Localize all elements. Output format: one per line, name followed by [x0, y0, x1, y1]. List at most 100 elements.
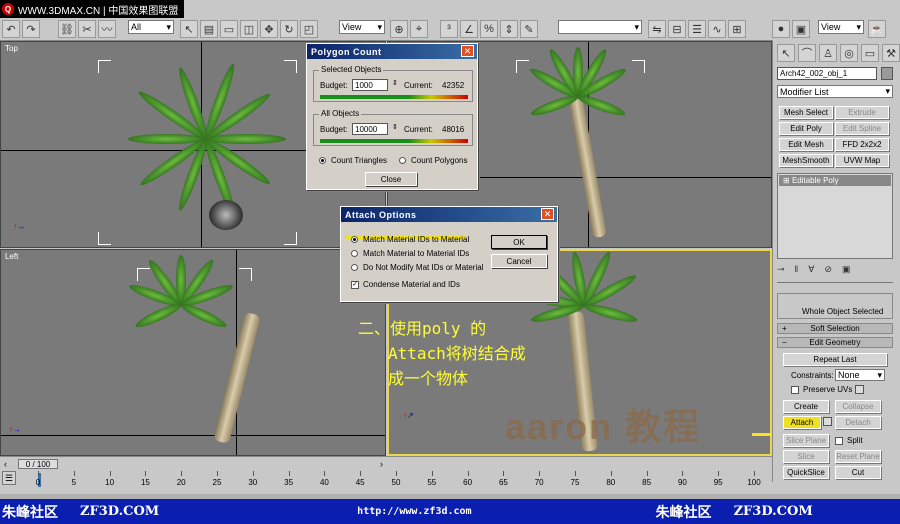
layer-manager-icon[interactable]: ☰ — [688, 20, 706, 38]
axis-gizmo: ↑↗ — [403, 411, 414, 420]
show-end-result-icon[interactable]: ǁ — [795, 264, 799, 275]
reset-plane-button[interactable]: Reset Plane — [835, 450, 881, 463]
pin-stack-icon[interactable]: ⊸ — [777, 264, 785, 275]
edit-mesh-button[interactable]: Edit Mesh — [779, 138, 833, 151]
snap-toggle-icon[interactable]: ³ — [440, 20, 458, 38]
collapse-button[interactable]: Collapse — [835, 400, 881, 413]
tab-modify-icon[interactable]: ⌒ — [798, 44, 816, 62]
undo-icon[interactable]: ↶ — [2, 20, 20, 38]
unlink-icon[interactable]: ✂ — [78, 20, 96, 38]
render-scene-icon[interactable]: ▣ — [792, 20, 810, 38]
spinner-icon[interactable]: ⇕ — [392, 123, 398, 131]
rotate-icon[interactable]: ↻ — [280, 20, 298, 38]
repeat-last-button[interactable]: Repeat Last — [783, 353, 887, 366]
remove-modifier-icon[interactable]: ⊘ — [824, 264, 832, 275]
constraints-dropdown[interactable]: None ▾ — [835, 369, 885, 381]
close-button[interactable]: Close — [365, 172, 417, 186]
percent-snap-icon[interactable]: % — [480, 20, 498, 38]
pivot-center-icon[interactable]: ⊕ — [390, 20, 408, 38]
selected-budget-input[interactable]: 1000 — [352, 79, 388, 91]
rollout-edit-geometry[interactable]: − Edit Geometry — [777, 337, 893, 348]
cancel-button[interactable]: Cancel — [491, 254, 547, 268]
named-selection-dropdown[interactable]: ▾ — [558, 20, 642, 34]
count-triangles-radio[interactable] — [319, 157, 326, 164]
ruler-label: 35 — [284, 478, 294, 487]
reference-coord-dropdown[interactable]: View ▾ — [339, 20, 385, 34]
match-material-to-ids-radio[interactable] — [351, 250, 358, 257]
count-polygons-radio[interactable] — [399, 157, 406, 164]
selection-filter-dropdown[interactable]: All ▾ — [128, 20, 174, 34]
mirror-icon[interactable]: ⇋ — [648, 20, 666, 38]
rollout-soft-selection[interactable]: + Soft Selection — [777, 323, 893, 334]
select-link-icon[interactable]: ⛓ — [58, 20, 76, 38]
stack-item-editable-poly[interactable]: ⊞ Editable Poly — [779, 175, 891, 186]
attach-settings-icon[interactable] — [823, 417, 832, 426]
trunk-base — [209, 200, 243, 230]
attach-button[interactable]: Attach — [783, 416, 821, 429]
create-button[interactable]: Create — [783, 400, 829, 413]
render-type-dropdown[interactable]: View ▾ — [818, 20, 864, 34]
region-select-icon[interactable]: ▭ — [220, 20, 238, 38]
viewport-left[interactable]: Left ↑→ — [0, 249, 386, 456]
spinner-icon[interactable]: ⇕ — [392, 79, 398, 87]
condense-checkbox[interactable]: ✓ — [351, 281, 359, 289]
bind-spacewarp-icon[interactable]: 〰 — [98, 20, 116, 38]
material-editor-icon[interactable]: ● — [772, 20, 790, 38]
schematic-view-icon[interactable]: ⊞ — [728, 20, 746, 38]
track-bar-icon[interactable]: ☰ — [2, 471, 16, 485]
curve-editor-icon[interactable]: ∿ — [708, 20, 726, 38]
edit-spline-button[interactable]: Edit Spline — [835, 122, 889, 135]
tab-motion-icon[interactable]: ◎ — [840, 44, 858, 62]
slice-plane-button[interactable]: Slice Plane — [783, 434, 829, 447]
close-icon[interactable]: ✕ — [461, 45, 474, 57]
tab-display-icon[interactable]: ▭ — [861, 44, 879, 62]
configure-sets-icon[interactable]: ▣ — [842, 264, 851, 275]
uvw-map-button[interactable]: UVW Map — [835, 154, 889, 167]
object-name-field[interactable]: Arch42_002_obj_1 — [777, 67, 877, 80]
tab-create-icon[interactable]: ↖ — [777, 44, 795, 62]
make-unique-icon[interactable]: ∀ — [808, 264, 814, 275]
chevron-down-icon: ▾ — [877, 369, 882, 380]
align-icon[interactable]: ⊟ — [668, 20, 686, 38]
chevron-down-icon: ▾ — [166, 21, 171, 32]
mesh-select-button[interactable]: Mesh Select — [779, 106, 833, 119]
snap-tools: ³ ∠ % ⇕ ✎ — [440, 20, 538, 38]
split-checkbox[interactable] — [835, 437, 843, 445]
move-icon[interactable]: ✥ — [260, 20, 278, 38]
match-material-ids-radio[interactable] — [351, 236, 358, 243]
angle-snap-icon[interactable]: ∠ — [460, 20, 478, 38]
time-slider[interactable]: 0 / 100 — [18, 459, 58, 469]
tab-hierarchy-icon[interactable]: ♙ — [819, 44, 837, 62]
object-color-swatch[interactable] — [881, 67, 893, 80]
ruler-label: 10 — [105, 478, 115, 487]
scale-icon[interactable]: ◰ — [300, 20, 318, 38]
window-crossing-icon[interactable]: ◫ — [240, 20, 258, 38]
slice-button[interactable]: Slice — [783, 450, 829, 463]
quick-render-icon[interactable]: ☕ — [868, 20, 886, 38]
ffd-button[interactable]: FFD 2x2x2 — [835, 138, 889, 151]
ok-button[interactable]: OK — [491, 235, 547, 249]
cut-button[interactable]: Cut — [835, 466, 881, 479]
redo-icon[interactable]: ↷ — [22, 20, 40, 38]
quickslice-button[interactable]: QuickSlice — [783, 466, 829, 479]
meshsmooth-button[interactable]: MeshSmooth — [779, 154, 833, 167]
edit-poly-button[interactable]: Edit Poly — [779, 122, 833, 135]
extrude-button[interactable]: Extrude — [835, 106, 889, 119]
annotation-line-3: 成一个物体 — [388, 369, 469, 388]
time-slider-right-arrow[interactable]: › — [380, 459, 383, 469]
footer-brand-left: 朱峰社区 — [2, 503, 58, 520]
close-icon[interactable]: ✕ — [541, 208, 554, 220]
time-slider-left-arrow[interactable]: ‹ — [4, 459, 7, 469]
select-manipulate-icon[interactable]: ⌖ — [410, 20, 428, 38]
select-object-icon[interactable]: ↖ — [180, 20, 198, 38]
preserve-uvs-checkbox[interactable] — [791, 386, 799, 394]
do-not-modify-radio[interactable] — [351, 264, 358, 271]
select-by-name-icon[interactable]: ▤ — [200, 20, 218, 38]
all-budget-input[interactable]: 10000 — [352, 123, 388, 135]
spinner-snap-icon[interactable]: ⇕ — [500, 20, 518, 38]
modifier-list-dropdown[interactable]: Modifier List ▾ — [777, 85, 893, 98]
edit-named-selection-icon[interactable]: ✎ — [520, 20, 538, 38]
settings-icon[interactable] — [855, 385, 864, 394]
detach-button[interactable]: Detach — [835, 416, 881, 429]
tab-utilities-icon[interactable]: ⚒ — [882, 44, 900, 62]
